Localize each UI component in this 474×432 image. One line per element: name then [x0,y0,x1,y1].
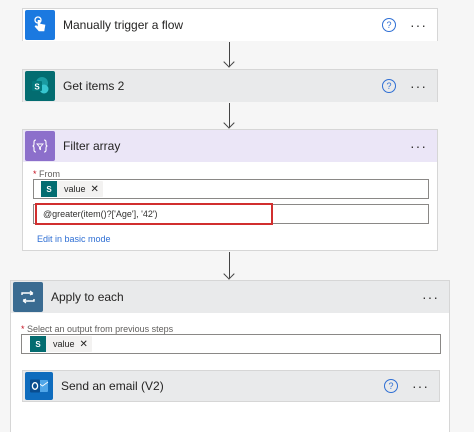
flow-arrow [223,252,237,280]
remove-token-icon[interactable]: ✕ [91,184,99,195]
send-email-header[interactable]: Send an email (V2) ? ··· [23,371,439,401]
remove-token-icon[interactable]: ✕ [80,339,88,350]
send-email-card[interactable]: Send an email (V2) ? ··· [22,370,440,402]
trigger-title: Manually trigger a flow [63,18,184,32]
from-input[interactable]: S value ✕ [33,179,429,199]
apply-to-each-header[interactable]: Apply to each ··· [11,281,449,313]
svg-text:S: S [34,83,40,92]
outlook-icon [25,372,53,400]
edit-in-basic-mode-link[interactable]: Edit in basic mode [37,234,111,244]
sharepoint-icon: S [41,181,57,197]
trigger-header[interactable]: Manually trigger a flow ? ··· [23,9,437,41]
get-items-card[interactable]: S Get items 2 ? ··· [22,69,438,102]
expression-text: @greater(item()?['Age'], '42') [43,209,158,219]
filter-array-title: Filter array [63,139,121,153]
help-icon[interactable]: ? [382,18,396,32]
filter-curly-braces-icon [25,131,55,161]
filter-array-card[interactable]: Filter array ··· * From S value ✕ @great… [22,129,438,251]
help-icon[interactable]: ? [384,379,398,393]
sharepoint-icon: S [30,336,46,352]
value-token[interactable]: S value ✕ [30,336,92,352]
trigger-card[interactable]: Manually trigger a flow ? ··· [22,8,438,41]
filter-array-header[interactable]: Filter array ··· [23,130,437,162]
get-items-title: Get items 2 [63,79,125,93]
from-label: * From [33,169,61,179]
flow-arrow [223,103,237,129]
value-token[interactable]: S value ✕ [41,181,103,197]
more-options-icon[interactable]: ··· [410,139,427,153]
sharepoint-icon: S [25,71,55,101]
apply-to-each-title: Apply to each [51,290,124,304]
apply-to-each-card[interactable]: Apply to each ··· * Select an output fro… [10,280,450,432]
token-label: value [64,184,86,194]
more-options-icon[interactable]: ··· [410,79,427,93]
more-options-icon[interactable]: ··· [410,18,427,32]
get-items-header[interactable]: S Get items 2 ? ··· [23,70,437,102]
more-options-icon[interactable]: ··· [422,290,439,304]
select-output-input[interactable]: S value ✕ [21,334,441,354]
more-options-icon[interactable]: ··· [412,379,429,393]
help-icon[interactable]: ? [382,79,396,93]
touch-hand-icon [25,10,55,40]
send-email-title: Send an email (V2) [61,379,164,393]
flow-arrow [223,42,237,68]
token-label: value [53,339,75,349]
select-output-label: * Select an output from previous steps [21,324,174,334]
loop-icon [13,282,43,312]
